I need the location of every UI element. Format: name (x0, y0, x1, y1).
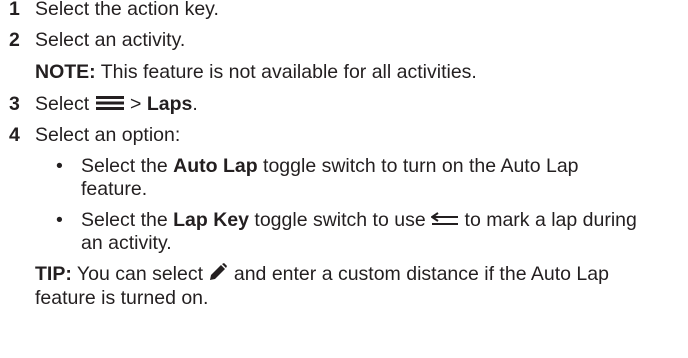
step-text: Select > Laps. (35, 89, 198, 120)
pencil-icon (208, 263, 228, 287)
step-prefix: Select (35, 93, 95, 115)
option-prefix: Select the (81, 155, 174, 177)
step-2: 2 Select an activity. (0, 25, 688, 56)
step-number: 4 (9, 124, 20, 146)
tip: TIP: You can select and enter a custom d… (0, 263, 655, 310)
note-label: NOTE: (35, 61, 96, 83)
option-auto-lap: • Select the Auto Lap toggle switch to t… (0, 155, 641, 201)
step-3: 3 Select > Laps. (0, 89, 688, 120)
bullet-dot: • (56, 155, 63, 177)
option-bold: Auto Lap (173, 155, 258, 177)
menu-icon (95, 89, 125, 120)
step-separator: > (124, 93, 147, 115)
option-middle: toggle switch to use (249, 209, 432, 231)
step-4: 4 Select an option: (0, 120, 688, 151)
tip-prefix: You can select (71, 263, 209, 286)
option-bold: Lap Key (173, 209, 249, 231)
option-lap-key: • Select the Lap Key toggle switch to us… (0, 209, 641, 255)
step-suffix: . (192, 93, 198, 115)
note: NOTE: This feature is not available for … (0, 56, 688, 89)
step-text: Select an activity. (35, 29, 186, 51)
tip-label: TIP: (35, 263, 72, 286)
option-prefix: Select the (81, 209, 174, 231)
step-number: 1 (9, 0, 20, 20)
bullet-dot: • (56, 209, 63, 231)
step-1: 1 Select the action key. (0, 0, 688, 25)
step-text: Select an option: (35, 124, 181, 146)
step-bold: Laps (146, 93, 193, 115)
instructions: 1 Select the action key. 2 Select an act… (0, 0, 688, 310)
step-number: 3 (9, 93, 20, 115)
back-arrow-icon (430, 209, 459, 232)
step-number: 2 (9, 29, 20, 51)
note-text: This feature is not available for all ac… (95, 61, 477, 83)
step-text: Select the action key. (35, 0, 219, 20)
